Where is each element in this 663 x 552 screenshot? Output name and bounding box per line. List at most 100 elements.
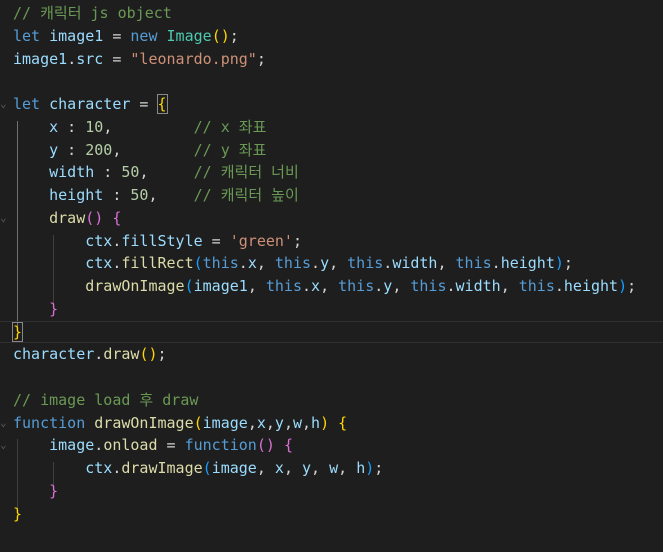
fold-chevron-icon[interactable]: ⌄: [0, 93, 8, 116]
code-token: .: [311, 254, 321, 273]
code-text: drawOnImage(image1, this.x, this.y, this…: [13, 275, 636, 298]
code-token: {: [283, 436, 293, 455]
code-token: function: [184, 436, 257, 455]
fold-chevron-icon[interactable]: ⌄: [0, 434, 8, 457]
code-line[interactable]: height : 50, // 캐릭터 높이: [0, 184, 663, 207]
code-line[interactable]: }: [0, 298, 663, 321]
code-line[interactable]: ⌄ draw() {: [0, 207, 663, 230]
code-token: {: [112, 208, 122, 227]
code-token: ,: [320, 277, 339, 295]
code-token: .: [94, 436, 104, 455]
code-line[interactable]: ⌄ image.onload = function() {: [0, 434, 663, 457]
code-token: height: [563, 277, 619, 295]
code-line[interactable]: }: [0, 480, 663, 503]
code-line[interactable]: width : 50, // 캐릭터 너비: [0, 161, 663, 184]
code-token: 50: [130, 186, 149, 204]
code-text: x : 10, // x 좌표: [13, 116, 266, 139]
code-token: ,: [329, 254, 348, 273]
code-text: }: [11, 321, 24, 343]
code-token: 'green': [229, 231, 293, 250]
code-token: }: [49, 299, 59, 318]
code-line[interactable]: character.draw();: [0, 343, 663, 366]
code-token: .: [94, 345, 104, 364]
code-token: ;: [256, 49, 266, 68]
code-text: draw() {: [13, 207, 121, 230]
code-token: .: [446, 277, 456, 295]
code-token: this: [274, 254, 312, 273]
code-line[interactable]: // image load 후 draw: [0, 389, 663, 412]
code-line[interactable]: x : 10, // x 좌표: [0, 116, 663, 139]
code-token: ,: [338, 459, 357, 477]
code-line[interactable]: ctx.fillRect(this.x, this.y, this.width,…: [0, 252, 663, 275]
code-line[interactable]: }: [0, 503, 663, 526]
code-token: 10: [85, 117, 104, 136]
code-text: width : 50, // 캐릭터 너비: [13, 161, 299, 184]
fold-chevron-icon[interactable]: ⌄: [0, 412, 8, 435]
code-line[interactable]: drawOnImage(image1, this.x, this.y, this…: [0, 275, 663, 298]
code-line[interactable]: ⌄ function drawOnImage(image,x,y,w,h) {: [0, 412, 663, 435]
code-token: y: [274, 413, 284, 432]
code-token: (: [202, 459, 212, 477]
code-token: this: [265, 277, 302, 295]
code-token: h: [311, 413, 321, 432]
code-line[interactable]: [0, 70, 663, 93]
code-token: .: [383, 254, 393, 273]
code-token: (): [256, 436, 275, 455]
code-token: .: [67, 49, 77, 68]
code-line[interactable]: ctx.fillStyle = 'green';: [0, 230, 663, 253]
code-token: ,: [256, 459, 275, 477]
code-text: // image load 후 draw: [13, 389, 198, 412]
code-token: draw: [49, 208, 86, 227]
code-token: draw: [103, 345, 140, 364]
code-token: h: [356, 459, 366, 477]
code-text: let character = {: [13, 93, 168, 116]
code-token: w: [329, 459, 339, 477]
code-comment: // 캐릭터 너비: [193, 163, 299, 182]
code-token: drawOnImage: [85, 277, 185, 295]
code-token: character: [13, 345, 95, 364]
code-token: fillStyle: [121, 231, 203, 250]
code-token: image1: [49, 26, 104, 45]
code-token: {: [338, 413, 348, 432]
code-line[interactable]: // 캐릭터 js object: [0, 2, 663, 25]
code-token: function: [13, 413, 86, 432]
code-line[interactable]: y : 200, // y 좌표: [0, 139, 663, 162]
code-token: height: [49, 186, 104, 204]
code-token: height: [500, 254, 555, 273]
code-line[interactable]: }: [0, 320, 663, 344]
code-token: character: [49, 95, 131, 113]
code-token: }: [11, 321, 24, 342]
code-line[interactable]: ⌄ let character = {: [0, 93, 663, 116]
code-token: (: [184, 277, 194, 295]
code-token: ,: [392, 277, 411, 295]
code-token: y: [383, 277, 393, 295]
code-token: x: [274, 459, 284, 477]
code-token: "leonardo.png": [130, 49, 257, 68]
code-comment: // x 좌표: [193, 117, 267, 136]
code-token: width: [49, 163, 95, 182]
code-editor[interactable]: // 캐릭터 js object let image1 = new Image()…: [0, 0, 663, 552]
code-token: this: [347, 254, 384, 273]
code-line[interactable]: ctx.drawImage(image, x, y, w, h);: [0, 457, 663, 480]
code-token: =: [157, 436, 185, 455]
fold-chevron-icon[interactable]: ⌄: [0, 207, 8, 230]
code-token: ,: [247, 413, 257, 432]
code-token: this: [338, 277, 375, 295]
code-line[interactable]: [0, 366, 663, 389]
code-text: height : 50, // 캐릭터 높이: [13, 184, 299, 207]
code-token: .: [302, 277, 312, 295]
code-line[interactable]: image1.src = "leonardo.png";: [0, 48, 663, 71]
code-token: this: [202, 254, 239, 273]
code-token: .: [491, 254, 501, 273]
code-token: this: [410, 277, 447, 295]
code-token: ,: [302, 413, 312, 432]
code-token: (): [139, 345, 158, 364]
code-token: width: [455, 277, 501, 295]
code-token: image: [211, 459, 257, 477]
code-line[interactable]: let image1 = new Image();: [0, 25, 663, 48]
